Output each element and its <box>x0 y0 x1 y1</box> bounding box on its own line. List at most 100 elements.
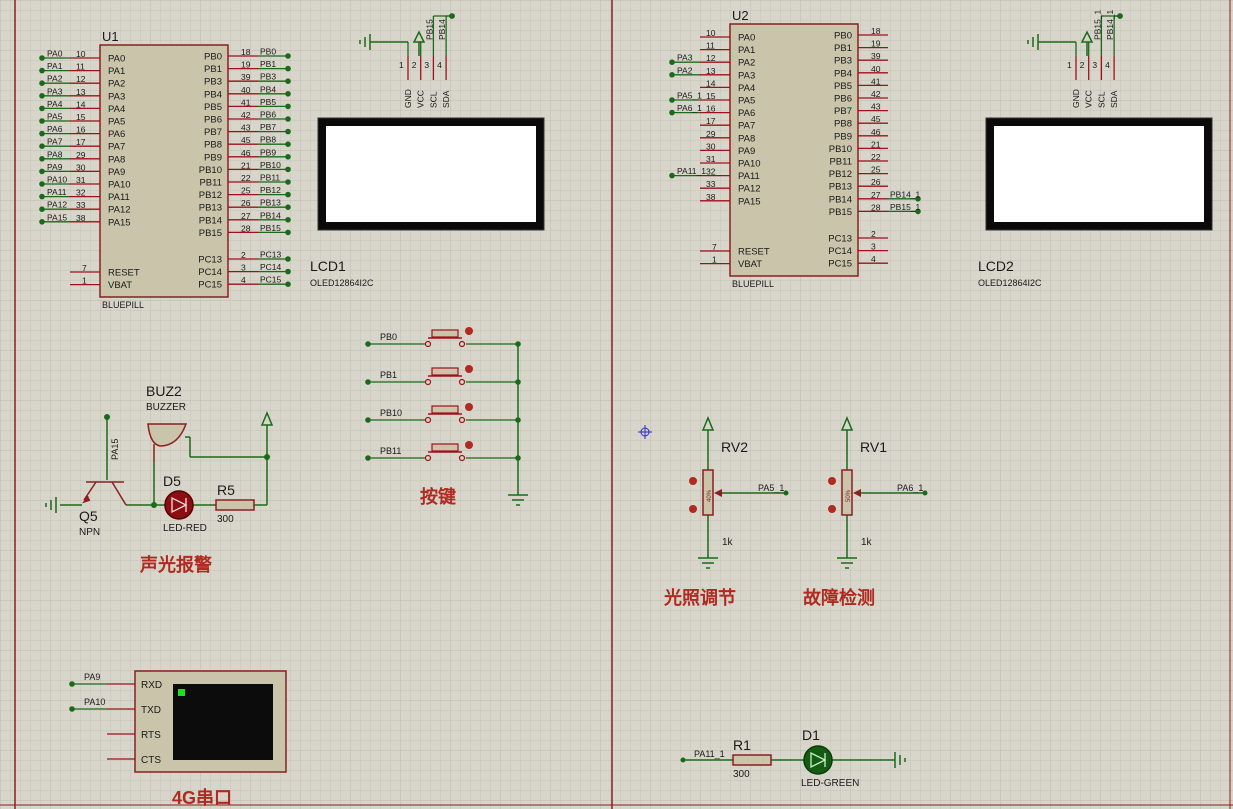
pin-name: PB3 <box>834 56 852 67</box>
pin-number: 31 <box>706 154 716 164</box>
net-label: PB14 <box>260 210 281 220</box>
net-label: PB6 <box>260 110 276 120</box>
led-red-icon[interactable] <box>164 490 194 520</box>
pin-number: 33 <box>76 200 86 210</box>
pin-number: 27 <box>871 190 881 200</box>
pin-number: 17 <box>76 137 86 147</box>
net-label: PB10 <box>380 408 402 418</box>
net-label: PA0 <box>47 49 63 59</box>
pin-name: PB12 <box>829 169 852 180</box>
led-green-value: LED-GREEN <box>801 778 859 789</box>
pin-number: 13 <box>706 66 716 76</box>
pin-number: 29 <box>76 150 86 160</box>
pin-number: 41 <box>871 76 881 86</box>
pin-name: PB14 <box>829 194 852 205</box>
alarm-title: 声光报警 <box>139 554 212 575</box>
net-label: PB0 <box>380 332 397 342</box>
net-label: PA10 <box>84 697 105 707</box>
pin-name: PA15 <box>108 217 131 228</box>
pin-name: VBAT <box>108 280 132 291</box>
pin-name: PA8 <box>108 154 125 165</box>
u2-model: BLUEPILL <box>732 279 774 289</box>
pin-name: PB8 <box>834 119 852 130</box>
pin-number: 26 <box>241 198 251 208</box>
pin-name: PA3 <box>108 91 125 102</box>
pin-number: 40 <box>871 64 881 74</box>
pin-number: 32 <box>76 188 86 198</box>
pin-name: PC15 <box>198 280 222 291</box>
pin-name: PA9 <box>738 146 755 157</box>
pin-name: PB1 <box>204 64 222 75</box>
pin-name: TXD <box>141 705 161 716</box>
led-red-value: LED-RED <box>163 523 207 534</box>
pin-number: 29 <box>706 129 716 139</box>
pin-number: 18 <box>241 47 251 57</box>
pin-number: 30 <box>76 162 86 172</box>
pin-number: 27 <box>241 211 251 221</box>
pin-number: 30 <box>706 141 716 151</box>
pin-number: 46 <box>871 127 881 137</box>
pin-name: PB12 <box>199 190 222 201</box>
pin-number: 13 <box>76 87 86 97</box>
pin-number: 2 <box>1080 60 1085 70</box>
pin-number: 40 <box>241 85 251 95</box>
net-label: PB14 <box>437 19 447 40</box>
net-label: PA6_1 <box>677 103 702 113</box>
net-label: PA10 <box>47 175 67 185</box>
pin-name: PB14 <box>199 215 222 226</box>
pin-name: PB15 <box>199 228 222 239</box>
pin-name: PA5 <box>108 117 125 128</box>
terminal-cursor <box>178 689 185 696</box>
net-label: PB1 <box>380 370 397 380</box>
pin-name: SCL <box>1096 91 1106 108</box>
net-label: PA8 <box>47 149 63 159</box>
pin-name: PB5 <box>204 102 222 113</box>
pin-number: 22 <box>241 173 251 183</box>
net-label: PA12 <box>47 200 67 210</box>
pin-number: 33 <box>706 179 716 189</box>
resistor-r5-ref: R5 <box>217 482 235 498</box>
pin-number: 42 <box>871 89 881 99</box>
pin-name: PB15 <box>829 207 852 218</box>
pin-number: 11 <box>76 62 85 72</box>
net-label: PB14_1 <box>890 189 921 199</box>
pin-name: PA0 <box>108 54 125 65</box>
net-label: PB11 <box>260 173 280 183</box>
pin-number: 1 <box>399 60 404 70</box>
pin-name: PB11 <box>829 157 852 168</box>
pin-name: PB6 <box>834 94 852 105</box>
net-label: PA6 <box>47 124 63 134</box>
light-title: 光照调节 <box>663 587 736 608</box>
resistor-r5[interactable] <box>215 499 255 511</box>
net-label: PB3 <box>260 72 276 82</box>
rv2-position: 40% <box>707 489 713 502</box>
pin-number: 12 <box>706 53 716 63</box>
pin-name: GND <box>403 89 413 108</box>
net-label: PB11 <box>380 446 401 456</box>
pin-name: PC13 <box>198 255 222 266</box>
led-green-icon[interactable] <box>803 745 833 775</box>
pin-number: 22 <box>871 152 881 162</box>
net-label: PA15 <box>47 212 67 222</box>
pin-name: PB4 <box>834 68 852 79</box>
pin-name: PA1 <box>738 45 755 56</box>
pin-name: PB6 <box>204 115 222 126</box>
pin-name: PA7 <box>108 142 125 153</box>
pin-number: 1 <box>712 255 717 265</box>
pin-name: PB8 <box>204 140 222 151</box>
net-label: PB5 <box>260 97 276 107</box>
pin-number: 43 <box>871 102 881 112</box>
transistor-base-net: PA15 <box>110 439 120 460</box>
net-label: PB13 <box>260 198 281 208</box>
net-label: PB15_1 <box>890 202 921 212</box>
pin-name: VBAT <box>738 259 762 270</box>
pin-name: PA7 <box>738 121 755 132</box>
buzzer-ref: BUZ2 <box>146 383 182 399</box>
pin-name: PC13 <box>828 234 852 245</box>
net-label: PB8 <box>260 135 276 145</box>
resistor-r1[interactable] <box>732 754 772 766</box>
transistor-ref: Q5 <box>79 508 98 524</box>
pin-name: PA0 <box>738 33 755 44</box>
net-label: PA11_1 <box>677 166 706 176</box>
pin-name: PA4 <box>738 83 755 94</box>
